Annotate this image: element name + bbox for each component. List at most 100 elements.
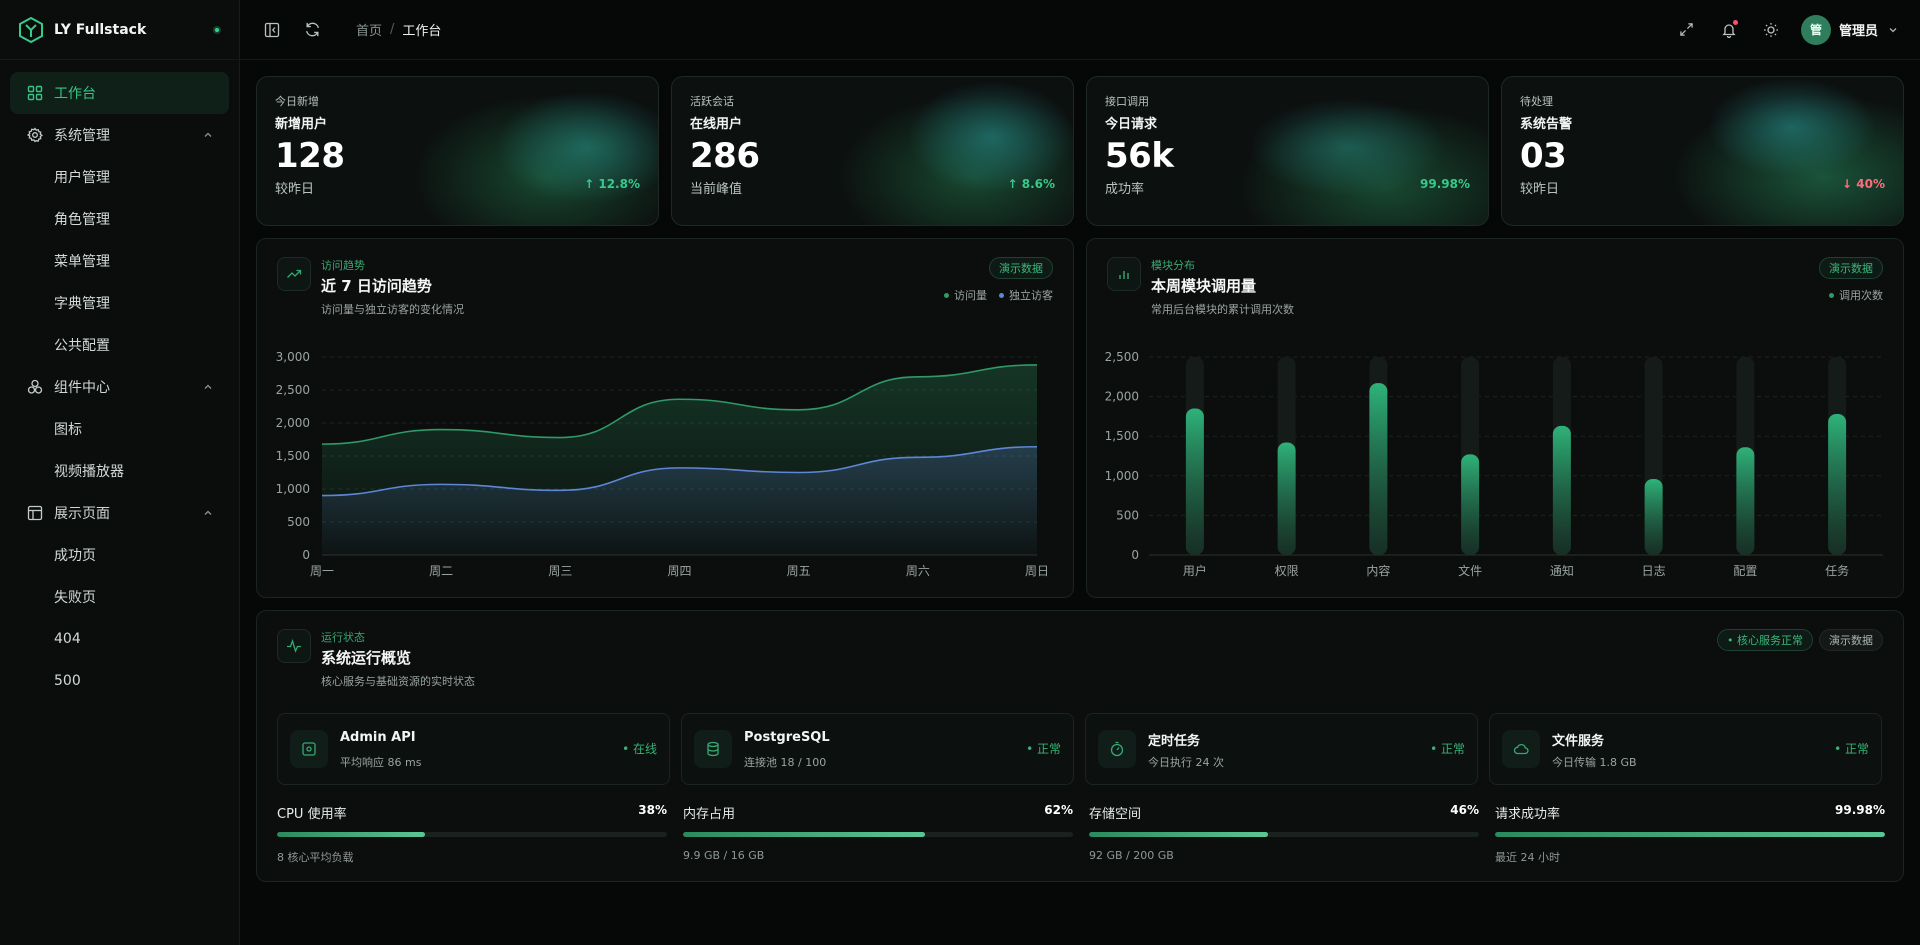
chevron-up-icon	[204, 384, 212, 389]
service-name: 文件服务	[1552, 734, 1605, 749]
sidebar-item-404[interactable]: 404	[10, 618, 229, 660]
notification-dot	[1732, 19, 1738, 25]
bar-内容	[1369, 383, 1388, 555]
sidebar-item-video-player[interactable]: 视频播放器	[10, 450, 229, 492]
x-tick-label: 通知	[1550, 564, 1574, 578]
sidebar-item-label: 工作台	[54, 86, 96, 102]
service-card-file-service: 文件服务 今日传输 1.8 GB • 正常	[1489, 713, 1882, 785]
bar-任务	[1828, 414, 1847, 555]
stat-value: 128	[275, 136, 345, 176]
stat-tag: 活跃会话	[690, 95, 734, 108]
meter-desc: 92 GB / 200 GB	[1089, 849, 1174, 862]
x-tick-label: 配置	[1733, 564, 1757, 578]
meter-desc: 9.9 GB / 16 GB	[683, 849, 765, 862]
stat-title: 今日请求	[1105, 117, 1158, 132]
gear-icon	[26, 126, 44, 144]
service-desc: 平均响应 86 ms	[340, 756, 422, 769]
service-desc: 今日执行 24 次	[1148, 756, 1224, 769]
module-usage-panel: 模块分布 本周模块调用量 常用后台模块的累计调用次数 演示数据 调用次数 2,5…	[1086, 238, 1904, 598]
meter-storage: 存储空间 46% 92 GB / 200 GB	[1089, 803, 1479, 862]
service-card-postgresql: PostgreSQL 连接池 18 / 100 • 正常	[681, 713, 1074, 785]
bar-通知	[1552, 425, 1571, 555]
api-icon	[290, 730, 328, 768]
sidebar-item-dictionary[interactable]: 字典管理	[10, 282, 229, 324]
top-header: 首页 / 工作台 管 管理员	[240, 0, 1920, 60]
y-tick-label: 1,500	[276, 449, 310, 463]
demo-data-badge: 演示数据	[1819, 629, 1883, 651]
panel-title: 系统运行概览	[321, 649, 412, 667]
service-card-admin-api: Admin API 平均响应 86 ms • 在线	[277, 713, 670, 785]
progress-track	[277, 832, 667, 837]
notification-bell-icon[interactable]	[1719, 19, 1739, 40]
bar-用户	[1185, 408, 1204, 555]
service-name: PostgreSQL	[744, 730, 830, 745]
stat-value: 56k	[1105, 136, 1174, 176]
x-tick-label: 周三	[548, 564, 572, 578]
progress-track	[1089, 832, 1479, 837]
status-dot-icon	[213, 25, 221, 34]
breadcrumb-current: 工作台	[402, 24, 442, 39]
sidebar-item-fail-page[interactable]: 失败页	[10, 576, 229, 618]
stat-trend: 99.98%	[1420, 177, 1470, 191]
x-tick-label: 用户	[1183, 563, 1207, 578]
collapse-sidebar-icon[interactable]	[262, 20, 282, 40]
meter-value: 46%	[1450, 803, 1479, 817]
layout-icon	[26, 504, 44, 522]
sidebar-item-users[interactable]: 用户管理	[10, 156, 229, 198]
progress-fill	[683, 832, 925, 837]
x-tick-label: 周五	[787, 564, 811, 578]
panel-kicker: 运行状态	[321, 631, 365, 644]
sidebar-menu: 工作台 系统管理 用户管理 角色管理 菜单管理 字典管理 公共配置 组件中心 图…	[0, 60, 239, 714]
stat-value: 286	[690, 136, 760, 176]
theme-sun-icon[interactable]	[1761, 20, 1781, 40]
stat-card-requests: 接口调用 今日请求 56k 成功率 99.98%	[1086, 76, 1489, 226]
brand-name: LY Fullstack	[54, 21, 147, 38]
user-menu[interactable]: 管 管理员	[1800, 14, 1898, 45]
y-tick-label: 0	[302, 548, 310, 562]
x-tick-label: 周四	[667, 564, 691, 578]
y-tick-label: 500	[287, 515, 310, 529]
stat-value: 03	[1520, 136, 1567, 176]
meter-label: 存储空间	[1089, 807, 1142, 822]
x-tick-label: 周二	[429, 564, 453, 578]
dashboard-icon	[26, 84, 44, 102]
sidebar-item-icons[interactable]: 图标	[10, 408, 229, 450]
meter-desc: 最近 24 小时	[1495, 851, 1560, 864]
meter-value: 99.98%	[1835, 803, 1885, 817]
pulse-icon	[277, 629, 311, 663]
sidebar-item-success-page[interactable]: 成功页	[10, 534, 229, 576]
stat-sub: 当前峰值	[690, 182, 743, 197]
service-status: • 正常	[1834, 742, 1869, 756]
y-tick-label: 3,000	[276, 350, 310, 364]
timer-icon	[1098, 730, 1136, 768]
sidebar-item-500[interactable]: 500	[10, 660, 229, 702]
progress-track	[1495, 832, 1885, 837]
y-tick-label: 500	[1116, 508, 1139, 522]
header-actions: 管 管理员	[1655, 14, 1898, 45]
sidebar-item-pages[interactable]: 展示页面	[10, 492, 229, 534]
service-desc: 连接池 18 / 100	[744, 756, 827, 769]
sidebar-item-system[interactable]: 系统管理	[10, 114, 229, 156]
stat-sub: 成功率	[1105, 182, 1145, 197]
stat-trend: ↑ 12.8%	[584, 177, 640, 191]
x-tick-label: 周一	[310, 564, 334, 578]
refresh-icon[interactable]	[302, 20, 322, 40]
breadcrumb-home[interactable]: 首页	[356, 20, 382, 39]
sidebar-item-roles[interactable]: 角色管理	[10, 198, 229, 240]
sidebar-item-public-config[interactable]: 公共配置	[10, 324, 229, 366]
meter-value: 38%	[638, 803, 667, 817]
fullscreen-icon[interactable]	[1677, 20, 1697, 40]
progress-fill	[277, 832, 426, 837]
meter-memory: 内存占用 62% 9.9 GB / 16 GB	[683, 803, 1073, 862]
meter-label: 内存占用	[683, 807, 736, 822]
stat-title: 新增用户	[275, 117, 328, 132]
stat-title: 在线用户	[690, 117, 743, 132]
sidebar-item-components[interactable]: 组件中心	[10, 366, 229, 408]
sidebar-item-menus[interactable]: 菜单管理	[10, 240, 229, 282]
core-service-ok-badge: • 核心服务正常	[1717, 629, 1813, 651]
database-icon	[694, 730, 732, 768]
progress-fill	[1495, 832, 1885, 837]
module-usage-chart: 2,500 2,000 1,500 1,000 500 0 用户 权限 内容 文件 通知 日志 配置 任务	[1105, 350, 1883, 578]
sidebar-item-label: 组件中心	[54, 380, 110, 396]
sidebar-item-dashboard[interactable]: 工作台	[10, 72, 229, 114]
